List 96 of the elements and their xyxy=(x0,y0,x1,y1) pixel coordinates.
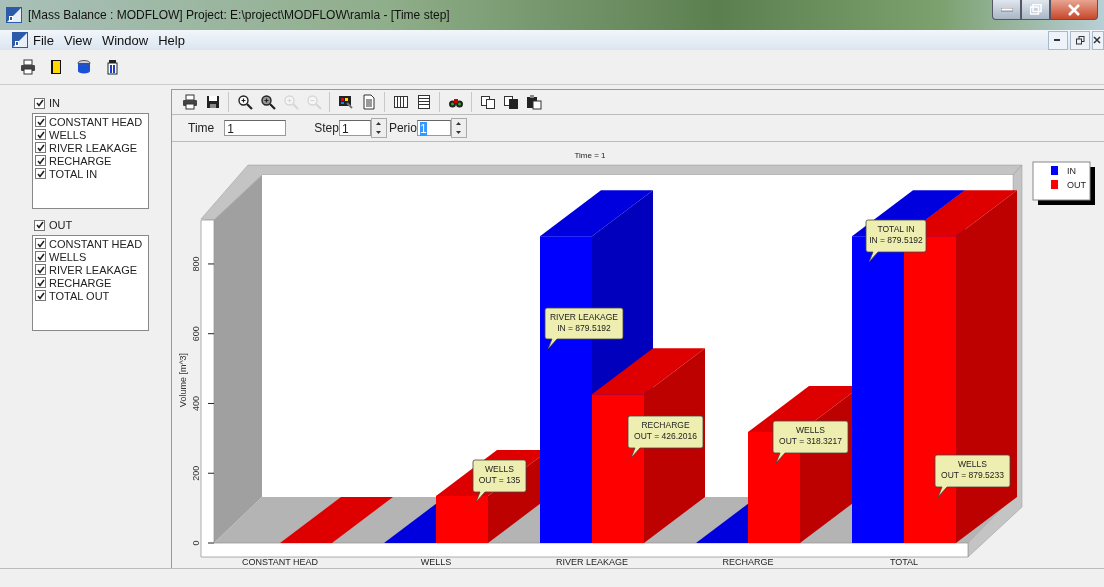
field-label: Step xyxy=(314,121,339,135)
menu-item[interactable]: Window xyxy=(96,32,154,48)
checkbox[interactable] xyxy=(34,97,45,109)
axis-tick-label: 600 xyxy=(191,326,201,342)
printer-icon[interactable] xyxy=(181,94,198,110)
checkbox-label: OUT xyxy=(49,219,73,231)
checkbox[interactable] xyxy=(34,219,45,231)
legend-label: IN xyxy=(1067,166,1076,176)
value-callout: RECHARGE OUT = 426.2016 xyxy=(627,415,704,459)
close-icon xyxy=(1067,3,1081,16)
restore-icon xyxy=(1075,35,1085,45)
copy-icon[interactable] xyxy=(502,94,519,110)
menu-item[interactable]: File xyxy=(28,32,59,48)
close-button[interactable] xyxy=(1050,0,1098,20)
field-label: Time xyxy=(188,121,215,135)
up-arrow-icon xyxy=(376,122,382,125)
down-arrow-icon xyxy=(376,131,382,134)
restore-icon xyxy=(1029,4,1042,15)
printer-icon[interactable] xyxy=(20,59,36,75)
chart-title: Time = 1 xyxy=(574,151,606,160)
list-item[interactable]: RECHARGE xyxy=(49,276,112,289)
checkbox[interactable] xyxy=(35,238,46,249)
category-label: WELLS xyxy=(420,557,452,567)
rows-icon[interactable] xyxy=(415,94,432,110)
time-field[interactable]: 1 xyxy=(224,120,287,136)
annotation: WELLS OUT = 135 xyxy=(478,464,521,485)
minimize-button[interactable] xyxy=(1048,30,1068,50)
annotation: RIVER LEAKAGE IN = 879.5192 xyxy=(549,312,619,333)
app-icon xyxy=(12,32,28,48)
document-icon[interactable] xyxy=(360,94,377,110)
axis-tick-label: 0 xyxy=(191,540,201,546)
zoom-in-icon[interactable] xyxy=(236,94,253,110)
floppy-icon[interactable] xyxy=(204,94,221,110)
axis-tick-label: 200 xyxy=(191,465,201,481)
value-callout: TOTAL IN IN = 879.5192 xyxy=(865,219,927,263)
restore-button[interactable] xyxy=(1070,30,1090,50)
checkbox[interactable] xyxy=(35,168,46,179)
axis-tick-label: 800 xyxy=(191,256,201,272)
app-icon xyxy=(6,7,22,23)
door-icon[interactable] xyxy=(48,59,64,75)
checkbox[interactable] xyxy=(35,251,46,262)
checkbox[interactable] xyxy=(35,290,46,301)
up-arrow-icon xyxy=(456,122,462,125)
minimize-button[interactable] xyxy=(992,0,1021,20)
checkbox[interactable] xyxy=(35,129,46,140)
list-item[interactable]: CONSTANT HEAD xyxy=(49,115,143,128)
axis-title: Volume [m^3] xyxy=(178,352,188,408)
down-arrow-icon xyxy=(456,131,462,134)
close-icon xyxy=(1093,36,1101,44)
list-item[interactable]: RIVER LEAKAGE xyxy=(49,141,138,154)
checkbox[interactable] xyxy=(35,116,46,127)
zoom-in-icon[interactable] xyxy=(259,94,276,110)
list-item[interactable]: RECHARGE xyxy=(49,154,112,167)
annotation: RECHARGE OUT = 426.2016 xyxy=(634,420,698,441)
list-item[interactable]: TOTAL OUT xyxy=(49,289,110,302)
maximize-button[interactable] xyxy=(1021,0,1050,20)
category-label: TOTAL xyxy=(889,557,919,567)
list-item[interactable]: WELLS xyxy=(49,250,87,263)
window-title: [Mass Balance : MODFLOW] Project: E:\project\MODFLOW\ramla - [Time step] xyxy=(28,8,451,22)
menu-item[interactable]: View xyxy=(58,32,97,48)
menu-item[interactable]: Help xyxy=(153,32,190,48)
cylinder-icon[interactable] xyxy=(76,59,92,75)
list-item[interactable]: TOTAL IN xyxy=(49,167,98,180)
spin-button[interactable] xyxy=(370,118,387,138)
category-label: RECHARGE xyxy=(722,557,774,567)
minimize-icon xyxy=(1054,38,1062,42)
list-item[interactable]: CONSTANT HEAD xyxy=(49,237,143,250)
value-callout: WELLS OUT = 135 xyxy=(472,459,527,503)
spin-button[interactable] xyxy=(450,118,467,138)
annotation: WELLS OUT = 318.3217 xyxy=(779,425,843,446)
bar xyxy=(436,495,488,543)
list-item[interactable]: WELLS xyxy=(49,128,87,141)
columns-icon[interactable] xyxy=(392,94,409,110)
category-label: CONSTANT HEAD xyxy=(241,557,319,567)
checkbox[interactable] xyxy=(35,155,46,166)
annotation: WELLS OUT = 879.5233 xyxy=(941,459,1005,480)
category-label: RIVER LEAKAGE xyxy=(556,557,628,567)
minimize-icon xyxy=(1000,7,1013,12)
checkbox[interactable] xyxy=(35,277,46,288)
paste-icon[interactable] xyxy=(525,94,542,110)
palette-icon[interactable] xyxy=(337,94,354,110)
close-button[interactable] xyxy=(1092,30,1104,50)
checkbox[interactable] xyxy=(35,264,46,275)
value-callout: WELLS OUT = 318.3217 xyxy=(772,420,849,464)
legend-box xyxy=(1032,161,1091,201)
legend-label: OUT xyxy=(1067,180,1086,190)
checkbox[interactable] xyxy=(35,142,46,153)
value-callout: WELLS OUT = 879.5233 xyxy=(934,454,1011,498)
axis-tick-label: 400 xyxy=(191,395,201,411)
copy-icon[interactable] xyxy=(479,94,496,110)
list-item[interactable]: RIVER LEAKAGE xyxy=(49,263,138,276)
checkbox-label: IN xyxy=(49,97,60,109)
annotation: TOTAL IN IN = 879.5192 xyxy=(869,224,924,245)
value-callout: RIVER LEAKAGE IN = 879.5192 xyxy=(544,307,624,350)
field-label: Perio xyxy=(388,121,417,135)
step-field[interactable]: 1 xyxy=(338,120,371,136)
